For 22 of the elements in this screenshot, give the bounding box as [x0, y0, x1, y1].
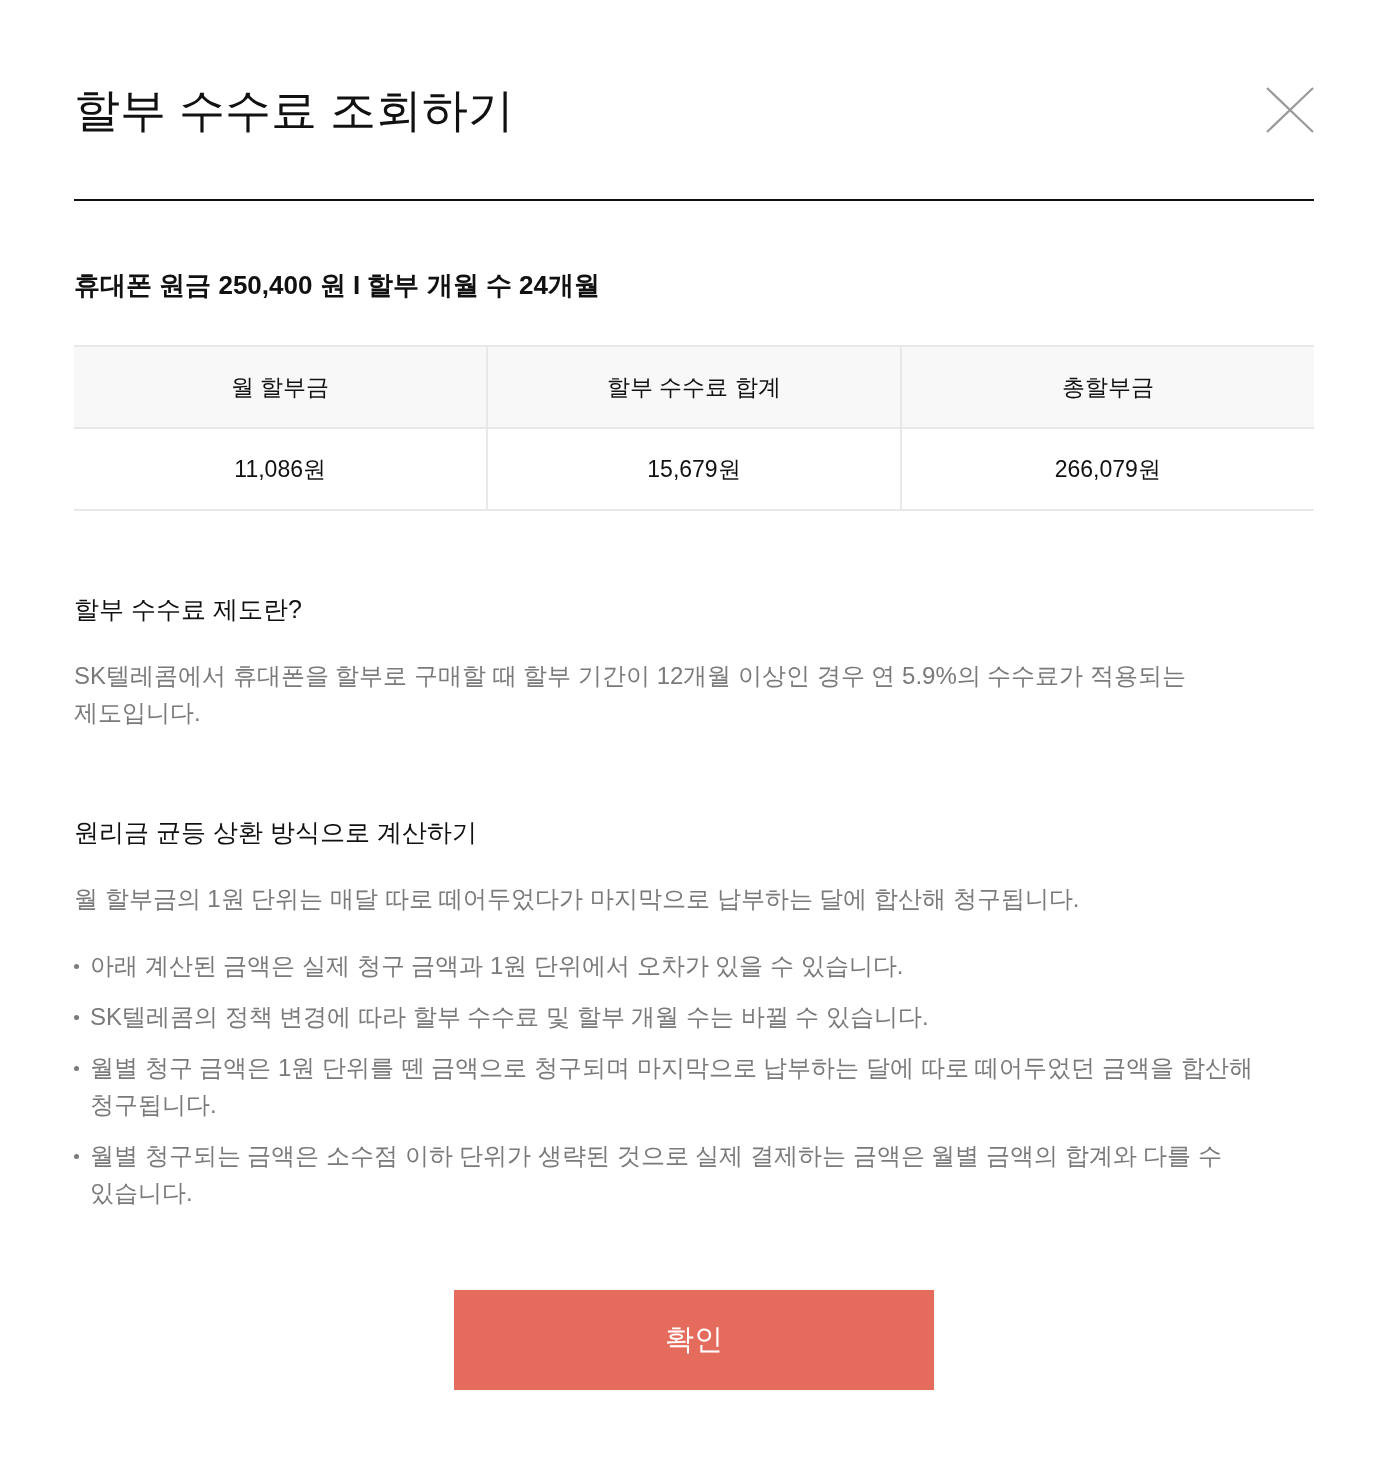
section-heading: 할부 수수료 제도란?	[74, 594, 303, 625]
column-header: 할부 수수료 합계	[487, 346, 901, 428]
bullet-icon	[74, 1066, 79, 1071]
note-text: SK텔레콤의 정책 변경에 따라 할부 수수료 및 할부 개월 수는 바뀔 수 있습니다.	[90, 1002, 929, 1032]
table-cell: 15,679원	[487, 428, 901, 510]
confirm-button[interactable]: 확인	[454, 1290, 934, 1390]
section-paragraph: SK텔레콤에서 휴대폰을 할부로 구매할 때 할부 기간이 12개월 이상인 경우 연 5.9%의 수수료가 적용되는 제도입니다.	[74, 661, 1188, 728]
bullet-icon	[74, 1154, 79, 1159]
table-cell: 266,079원	[900, 428, 1314, 510]
summary-text: 휴대폰 원금 250,400 원 I 할부 개월 수 24개월	[74, 269, 601, 302]
column-header: 월 할부금	[74, 346, 488, 428]
note-text: 아래 계산된 금액은 실제 청구 금액과 1원 단위에서 오차가 있을 수 있습니다.	[90, 951, 904, 981]
column-header: 총할부금	[900, 346, 1314, 428]
note-text: 월별 청구 금액은 1원 단위를 뗀 금액으로 청구되며 마지막으로 납부하는 달에 따로 떼어두었던 금액을 합산해 청구됩니다.	[90, 1053, 1254, 1120]
bullet-icon	[74, 1015, 79, 1020]
section-paragraph: 월 할부금의 1원 단위는 매달 따로 떼어두었다가 마지막으로 납부하는 달에 합산해 청구됩니다.	[74, 884, 1081, 914]
dialog-title: 할부 수수료 조회하기	[74, 83, 514, 138]
table-cell: 11,086원	[74, 428, 488, 510]
bullet-icon	[74, 964, 79, 969]
note-text: 월별 청구되는 금액은 소수점 이하 단위가 생략된 것으로 실제 결제하는 금액은 월별 금액의 합계와 다를 수 있습니다.	[90, 1141, 1224, 1208]
section-heading: 원리금 균등 상환 방식으로 계산하기	[74, 817, 478, 848]
close-icon[interactable]	[1266, 87, 1314, 133]
